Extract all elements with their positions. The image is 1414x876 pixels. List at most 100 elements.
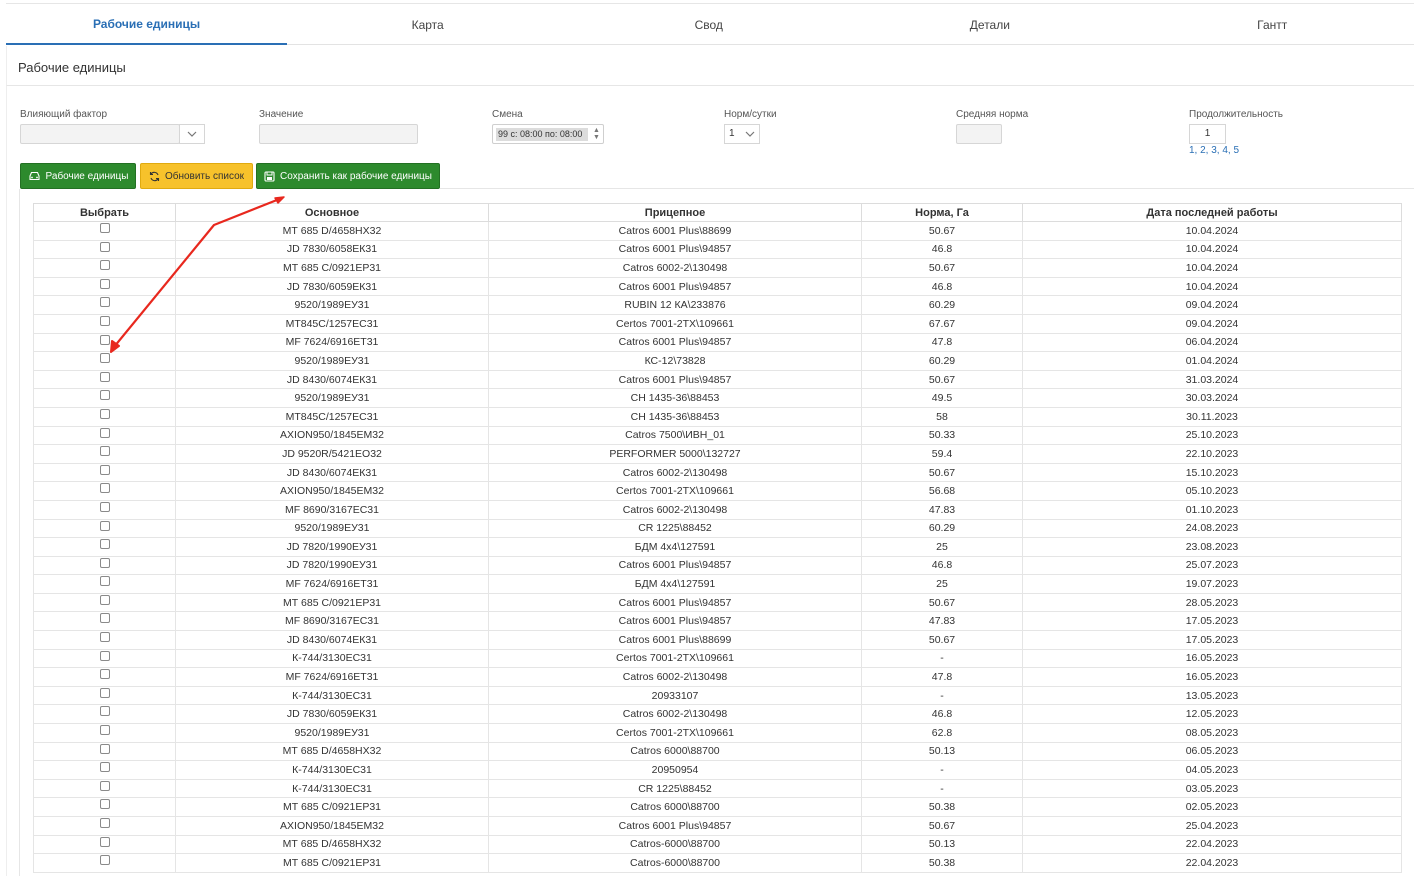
row-select-checkbox[interactable]	[99, 780, 110, 791]
work-units-button-label: Рабочие единицы	[45, 170, 129, 182]
row-select-checkbox[interactable]	[99, 650, 110, 661]
table-row[interactable]: JD 8430/6074ЕК31 Catros 6001 Plus\94857 50…	[33, 369, 1402, 390]
table-row[interactable]: МТ 685 C/0921ЕР31 Catros 6000\88700 50.38 0…	[33, 797, 1402, 817]
row-select-checkbox[interactable]	[99, 818, 110, 829]
refresh-list-button[interactable]: Обновить список	[140, 163, 253, 189]
save-as-work-units-button[interactable]: Сохранить как рабочие единицы	[256, 163, 440, 189]
last-date-cell: 01.10.2023	[1022, 499, 1402, 520]
row-select-checkbox[interactable]	[99, 725, 110, 736]
row-select-checkbox[interactable]	[99, 799, 110, 810]
column-header-norm[interactable]: Норма, Га	[861, 203, 1023, 222]
table-row[interactable]: 9520/1989ЕУ31 RUBIN 12 КА\233876 60.29 09.0…	[33, 295, 1402, 315]
row-select-checkbox[interactable]	[99, 464, 110, 475]
duration-quick-links[interactable]: 1, 2, 3, 4, 5	[1189, 145, 1239, 156]
table-row[interactable]: 9520/1989ЕУ31 СН 1435-36\88453 49.5 30.03.2…	[33, 388, 1402, 408]
table-row[interactable]: MF 7624/6916ЕТ31 БДМ 4х4\127591 25 19.07.20…	[33, 574, 1402, 594]
table-row[interactable]: МТ 685 C/0921ЕР31 Catros 6001 Plus\94857 5…	[33, 592, 1402, 613]
row-select-checkbox[interactable]	[99, 743, 110, 754]
column-header-main[interactable]: Основное	[175, 203, 489, 222]
table-row[interactable]: МТ845С/1257ЕС31 СН 1435-36\88453 58 30.11.2…	[33, 406, 1402, 427]
row-select-checkbox[interactable]	[99, 241, 110, 252]
row-select-checkbox[interactable]	[99, 315, 110, 326]
table-row[interactable]: МТ 685 D/4658НХ32 Catros 6000\88700 50.13 0…	[33, 741, 1402, 762]
column-header-select[interactable]: Выбрать	[33, 203, 176, 222]
table-row[interactable]: МТ845С/1257ЕС31 Certos 7001-2ТХ\109661 67.…	[33, 313, 1402, 334]
table-row[interactable]: К-744/3130ЕС31 Certos 7001-2ТХ\109661-16.…	[33, 648, 1402, 669]
table-row[interactable]: JD 8430/6074ЕК31 Catros 6002-2\130498 50.6…	[33, 462, 1402, 483]
table-row[interactable]: К-744/3130ЕС31 20933107-13.05.2023	[33, 685, 1402, 706]
row-select-checkbox[interactable]	[99, 278, 110, 289]
factor-dropdown-button[interactable]	[179, 124, 205, 144]
row-select-checkbox[interactable]	[99, 260, 110, 271]
tab-details[interactable]: Детали	[849, 4, 1130, 45]
shift-spinner[interactable]: ▲ ▼	[592, 127, 601, 141]
column-header-last-date[interactable]: Дата последней работы	[1022, 203, 1402, 222]
row-select-checkbox[interactable]	[99, 855, 110, 866]
row-select-checkbox[interactable]	[99, 669, 110, 680]
row-select-checkbox[interactable]	[99, 539, 110, 550]
row-select-checkbox[interactable]	[99, 297, 110, 308]
spin-down-icon[interactable]: ▼	[592, 134, 601, 141]
row-select-checkbox[interactable]	[99, 762, 110, 773]
row-select-checkbox[interactable]	[99, 576, 110, 587]
table-row[interactable]: МТ 685 D/4658НХ32 Catros 6001 Plus\88699 5…	[33, 221, 1402, 241]
shift-input[interactable]: 99 с: 08:00 по: 08:00 ▲ ▼	[492, 124, 604, 144]
table-row[interactable]: К-744/3130ЕС31 CR 1225\88452-03.05.2023	[33, 778, 1402, 799]
table-row[interactable]: JD 7820/1990ЕУ31 Catros 6001 Plus\94857 46…	[33, 555, 1402, 576]
row-select-checkbox[interactable]	[99, 613, 110, 624]
column-header-trailer[interactable]: Прицепное	[488, 203, 862, 222]
table-row[interactable]: К-744/3130ЕС31 20950954-04.05.2023	[33, 760, 1402, 780]
tab-map[interactable]: Карта	[287, 4, 568, 45]
table-row[interactable]: MF 8690/3167ЕС31 Catros 6001 Plus\94857 47…	[33, 611, 1402, 632]
table-row[interactable]: JD 9520R/5421ЕО32 PERFORMER 5000\132727 59…	[33, 444, 1402, 464]
table-row[interactable]: AXION950/1845ЕМ32 Catros 7500\ИВН_01 50.33…	[33, 425, 1402, 446]
factor-select[interactable]	[20, 124, 180, 144]
row-select-checkbox[interactable]	[99, 836, 110, 847]
table-row[interactable]: MF 7624/6916ЕТ31 Catros 6001 Plus\94857 47…	[33, 332, 1402, 353]
table-row[interactable]: МТ 685 D/4658НХ32 Catros-6000\88700 50.13 2…	[33, 834, 1402, 855]
row-select-checkbox[interactable]	[99, 483, 110, 494]
row-select-checkbox[interactable]	[99, 427, 110, 438]
row-select-checkbox[interactable]	[99, 408, 110, 419]
table-row[interactable]: JD 7830/6059ЕК31 Catros 6002-2\130498 46.8…	[33, 704, 1402, 725]
table-row[interactable]: МТ 685 C/0921ЕР31 Catros-6000\88700 50.38 2…	[33, 853, 1402, 873]
shift-value: 99 с: 08:00 по: 08:00	[496, 128, 588, 141]
table-row[interactable]: AXION950/1845ЕМ32 Catros 6001 Plus\94857 5…	[33, 816, 1402, 836]
table-row[interactable]: 9520/1989ЕУ31 Certos 7001-2ТХ\109661 62.8 0…	[33, 723, 1402, 743]
norm-day-select[interactable]: 1	[724, 124, 760, 144]
tab-gantt[interactable]: Гантт	[1130, 4, 1414, 45]
table-row[interactable]: JD 7830/6058ЕК31 Catros 6001 Plus\94857 46…	[33, 239, 1402, 260]
row-select-checkbox[interactable]	[99, 501, 110, 512]
row-select-checkbox[interactable]	[99, 632, 110, 643]
table-row[interactable]: JD 7830/6059ЕК31 Catros 6001 Plus\94857 46…	[33, 276, 1402, 297]
spin-up-icon[interactable]: ▲	[592, 127, 601, 134]
table-row[interactable]: JD 7820/1990ЕУ31 БДМ 4х4\127591 25 23.08.20…	[33, 537, 1402, 557]
table-row[interactable]: MF 8690/3167ЕС31 Catros 6002-2\130498 47.8…	[33, 499, 1402, 520]
row-select-checkbox[interactable]	[99, 223, 110, 234]
table-row[interactable]: МТ 685 C/0921ЕР31 Catros 6002-2\130498 50.…	[33, 258, 1402, 278]
last-date-cell: 10.04.2024	[1022, 239, 1402, 260]
row-select-checkbox[interactable]	[99, 390, 110, 401]
row-select-checkbox[interactable]	[99, 334, 110, 345]
trailer-cell: 20933107	[488, 685, 862, 706]
table-row[interactable]: 9520/1989ЕУ31 CR 1225\88452 60.29 24.08.202…	[33, 518, 1402, 539]
value-input[interactable]	[259, 124, 418, 144]
work-units-button[interactable]: Рабочие единицы	[20, 163, 136, 189]
row-select-checkbox[interactable]	[99, 687, 110, 698]
table-row[interactable]: 9520/1989ЕУ31 КС-12\73828 60.29 01.04.2024	[33, 351, 1402, 371]
row-select-checkbox[interactable]	[99, 371, 110, 382]
tab-work-units[interactable]: Рабочие единицы	[6, 4, 288, 45]
table-row[interactable]: JD 8430/6074ЕК31 Catros 6001 Plus\88699 50…	[33, 630, 1402, 650]
main-cell: JD 8430/6074ЕК31	[175, 369, 489, 390]
duration-input[interactable]: 1	[1189, 124, 1226, 144]
row-select-checkbox[interactable]	[99, 706, 110, 717]
table-row[interactable]: AXION950/1845ЕМ32 Certos 7001-2ТХ\109661 5…	[33, 481, 1402, 501]
row-select-checkbox[interactable]	[99, 353, 110, 364]
row-select-checkbox[interactable]	[99, 557, 110, 568]
avg-norm-input[interactable]	[956, 124, 1002, 144]
table-row[interactable]: MF 7624/6916ЕТ31 Catros 6002-2\130498 47.8…	[33, 667, 1402, 687]
row-select-checkbox[interactable]	[99, 446, 110, 457]
row-select-checkbox[interactable]	[99, 594, 110, 605]
tab-summary[interactable]: Свод	[568, 4, 849, 45]
row-select-checkbox[interactable]	[99, 520, 110, 531]
